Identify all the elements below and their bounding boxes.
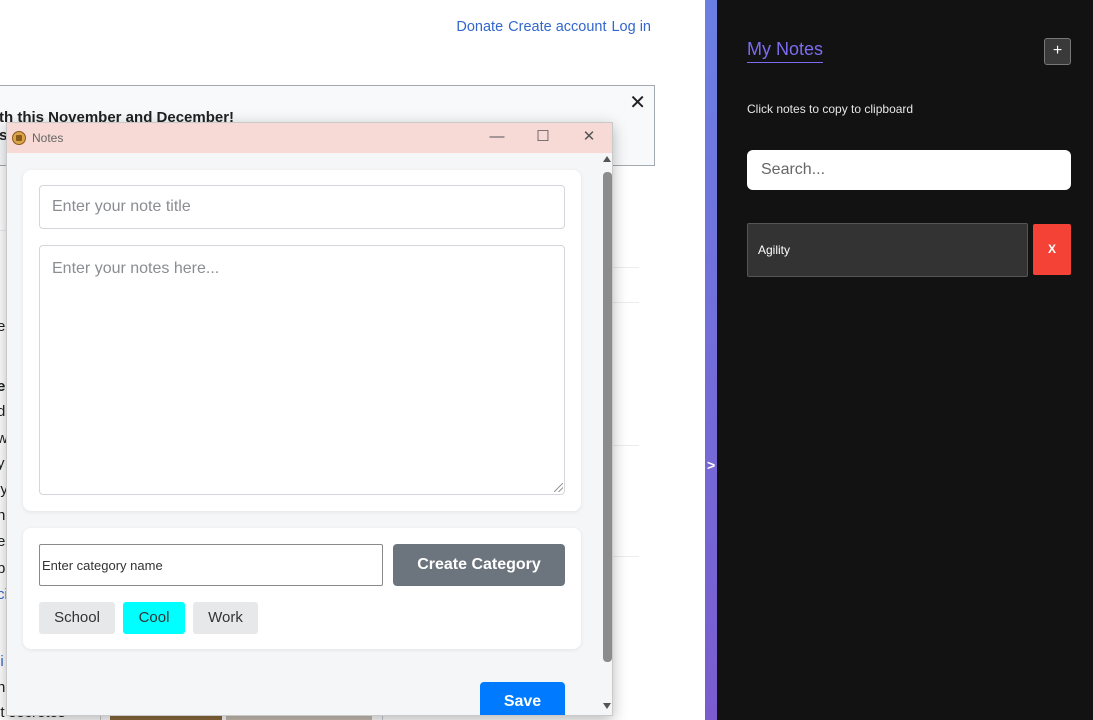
scrollbar[interactable]: [601, 153, 612, 715]
article-text: h: [0, 507, 6, 524]
note-body-textarea[interactable]: [39, 245, 565, 495]
panel-toggle-strip[interactable]: [705, 0, 717, 720]
article-text: p: [0, 560, 6, 577]
banner-close-icon[interactable]: ✕: [629, 90, 646, 115]
window-content: Create Category School Cool Work Save: [7, 153, 601, 715]
note-editor-card: [23, 170, 581, 511]
maximize-button[interactable]: ☐: [534, 128, 552, 146]
account-links: Donate Create account Log in: [456, 19, 651, 35]
resize-grip-icon[interactable]: [554, 483, 563, 492]
scroll-up-arrow-icon[interactable]: [603, 156, 611, 162]
add-note-button[interactable]: +: [1044, 38, 1071, 65]
note-title-input[interactable]: [39, 185, 565, 229]
article-link[interactable]: li: [0, 653, 4, 670]
save-button[interactable]: Save: [480, 682, 565, 715]
panel-title: My Notes: [747, 39, 824, 63]
delete-note-button[interactable]: X: [1033, 224, 1071, 275]
notes-window: Notes — ☐ ✕ Create Category School Cool …: [6, 122, 613, 716]
note-list-item[interactable]: Agility: [747, 223, 1028, 277]
log-in-link[interactable]: Log in: [611, 19, 651, 35]
create-category-button[interactable]: Create Category: [393, 544, 565, 586]
category-tag-work[interactable]: Work: [193, 602, 258, 634]
divider: [612, 445, 639, 446]
my-notes-panel: My Notes + Click notes to copy to clipbo…: [717, 0, 1093, 720]
collapse-arrow-icon[interactable]: >: [707, 457, 715, 473]
scroll-down-arrow-icon[interactable]: [603, 703, 611, 709]
app-icon: [12, 131, 26, 145]
panel-hint: Click notes to copy to clipboard: [747, 102, 914, 116]
minimize-button[interactable]: —: [488, 128, 506, 146]
divider: [612, 556, 639, 557]
close-button[interactable]: ✕: [580, 128, 598, 146]
scrollbar-thumb[interactable]: [603, 172, 612, 662]
article-text: d: [0, 403, 6, 420]
article-text: e: [0, 378, 6, 395]
article-text: h: [0, 679, 6, 696]
category-name-input[interactable]: [39, 544, 383, 586]
donate-link[interactable]: Donate: [456, 19, 503, 35]
divider: [612, 302, 639, 303]
category-tag-school[interactable]: School: [39, 602, 115, 634]
divider: [612, 267, 639, 268]
notes-search-input[interactable]: [747, 150, 1071, 190]
category-card: Create Category School Cool Work: [23, 528, 581, 649]
article-text: y: [0, 455, 5, 472]
article-text: e: [0, 318, 6, 335]
window-titlebar[interactable]: Notes — ☐ ✕: [7, 123, 612, 153]
create-account-link[interactable]: Create account: [508, 19, 606, 35]
window-title: Notes: [32, 131, 64, 145]
category-tag-cool[interactable]: Cool: [123, 602, 185, 634]
